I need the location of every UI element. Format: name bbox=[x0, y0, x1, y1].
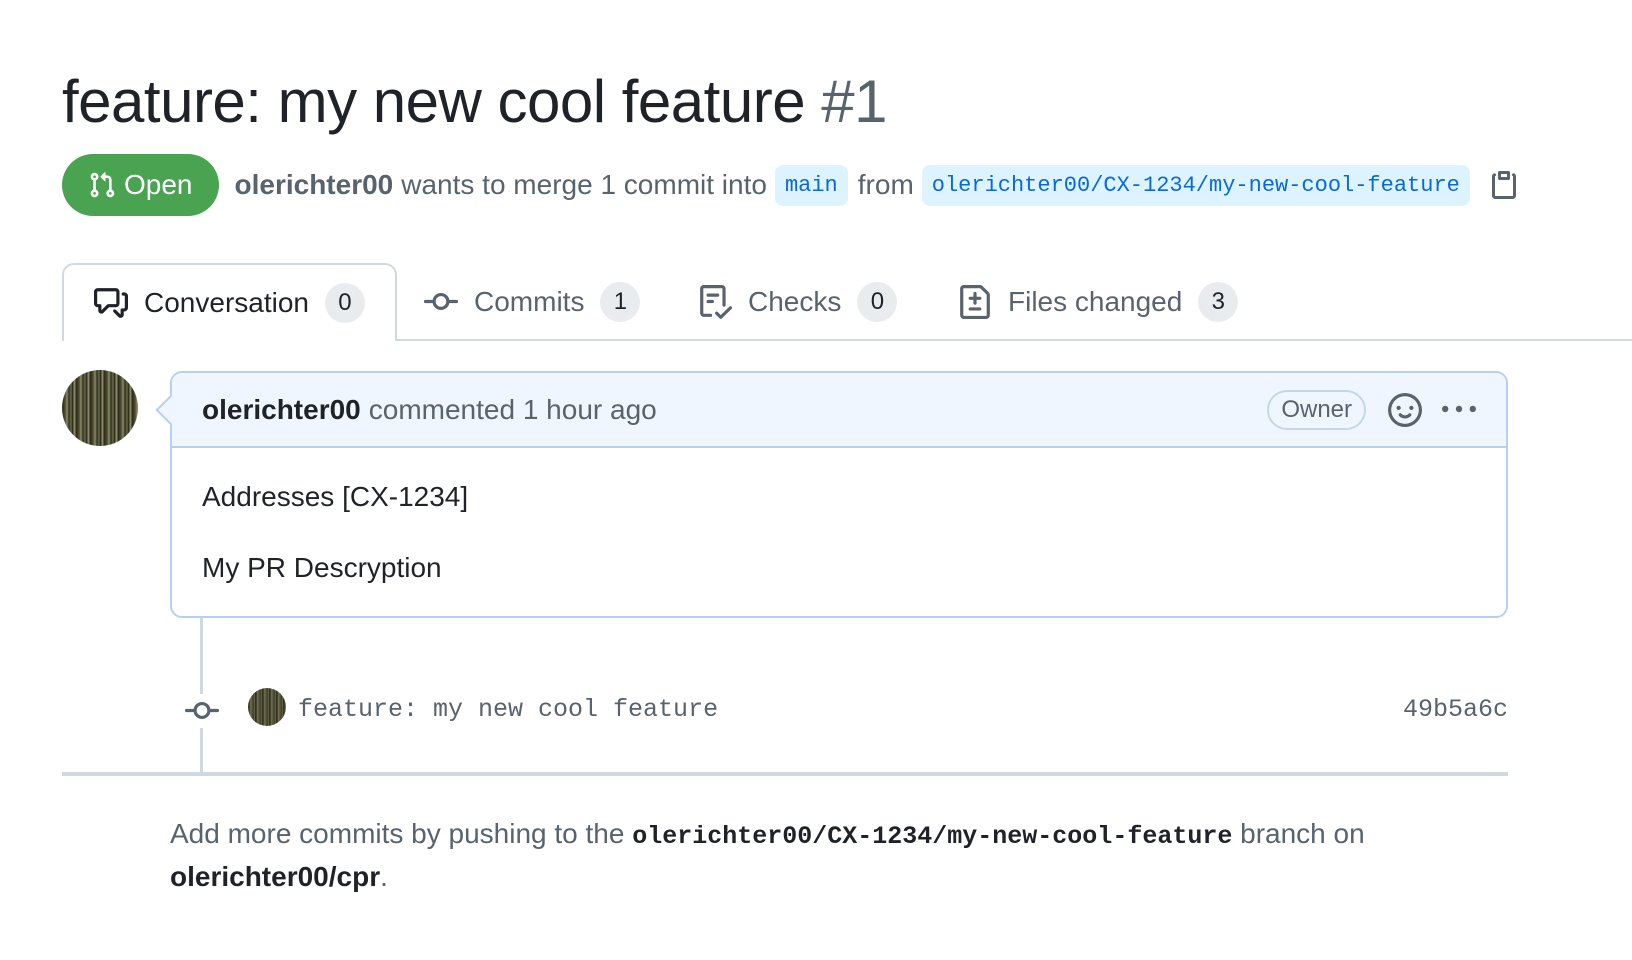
commit-sha-link[interactable]: 49b5a6c bbox=[1403, 692, 1508, 728]
base-branch-link[interactable]: main bbox=[774, 164, 848, 206]
commit-author-avatar[interactable] bbox=[248, 688, 286, 726]
hint-period: . bbox=[380, 861, 388, 892]
tab-conversation-count: 0 bbox=[324, 283, 365, 323]
tab-files-changed[interactable]: Files changed 3 bbox=[958, 263, 1239, 341]
tab-checks-label: Checks bbox=[748, 286, 842, 317]
checklist-icon bbox=[700, 285, 732, 319]
tab-commits[interactable]: Commits 1 bbox=[424, 263, 641, 341]
pr-state-label: Open bbox=[124, 169, 193, 200]
commit-message-link[interactable]: feature: my new cool feature bbox=[298, 692, 718, 728]
tab-commits-count: 1 bbox=[600, 282, 641, 322]
comment-header: olerichter00 commented 1 hour ago Owner bbox=[172, 373, 1506, 448]
tab-files-changed-label: Files changed bbox=[1008, 286, 1183, 317]
tab-checks[interactable]: Checks 0 bbox=[698, 263, 898, 341]
owner-badge: Owner bbox=[1267, 389, 1366, 430]
timeline-divider bbox=[62, 772, 1508, 776]
hint-branch: olerichter00/CX-1234/my-new-cool-feature bbox=[632, 822, 1233, 851]
avatar[interactable] bbox=[62, 370, 138, 446]
tab-checks-count: 0 bbox=[857, 282, 898, 322]
pr-tabs: Conversation 0 Commits 1 Checks 0 Files … bbox=[0, 263, 1632, 341]
from-text: from bbox=[857, 169, 914, 200]
pr-title-text: feature: my new cool feature bbox=[62, 68, 806, 135]
git-commit-icon bbox=[185, 694, 219, 728]
pull-request-page: feature: my new cool feature #1 Open ole… bbox=[0, 0, 1632, 960]
comment-paragraph: Addresses [CX-1234] bbox=[202, 481, 469, 512]
merge-text: wants to merge 1 commit into bbox=[401, 169, 767, 200]
tab-conversation[interactable]: Conversation 0 bbox=[62, 263, 397, 341]
comment-paragraph: My PR Descryption bbox=[202, 552, 442, 583]
tab-commits-label: Commits bbox=[474, 286, 585, 317]
hint-text: Add more commits by pushing to the bbox=[170, 818, 625, 849]
hint-text: branch on bbox=[1240, 818, 1365, 849]
hint-repo-link[interactable]: olerichter00/cpr bbox=[170, 861, 380, 892]
git-pull-request-icon bbox=[90, 172, 115, 198]
pr-state-line: Open olerichter00 wants to merge 1 commi… bbox=[62, 154, 1520, 216]
comment-timestamp: commented 1 hour ago bbox=[368, 393, 657, 425]
head-branch-link[interactable]: olerichter00/CX-1234/my-new-cool-feature bbox=[921, 164, 1470, 206]
comment-discussion-icon bbox=[94, 288, 128, 318]
pr-author-link[interactable]: olerichter00 bbox=[235, 169, 394, 201]
file-diff-icon bbox=[960, 285, 990, 319]
push-hint: Add more commits by pushing to the oleri… bbox=[170, 814, 1420, 897]
copy-icon[interactable] bbox=[1488, 169, 1520, 201]
comment-author-link[interactable]: olerichter00 bbox=[202, 394, 361, 426]
pr-number: #1 bbox=[821, 68, 887, 135]
smiley-icon[interactable] bbox=[1388, 392, 1422, 427]
kebab-horizontal-icon[interactable] bbox=[1442, 393, 1476, 427]
pr-merge-summary: olerichter00 wants to merge 1 commit int… bbox=[235, 164, 1520, 206]
pr-description-comment: olerichter00 commented 1 hour ago Owner … bbox=[170, 371, 1508, 618]
comment-body: Addresses [CX-1234] My PR Descryption bbox=[172, 448, 1506, 587]
tab-conversation-label: Conversation bbox=[144, 287, 309, 318]
pr-title: feature: my new cool feature #1 bbox=[62, 66, 887, 138]
tab-files-changed-count: 3 bbox=[1198, 282, 1239, 322]
git-commit-icon bbox=[424, 292, 458, 310]
pr-state-badge: Open bbox=[62, 154, 219, 216]
